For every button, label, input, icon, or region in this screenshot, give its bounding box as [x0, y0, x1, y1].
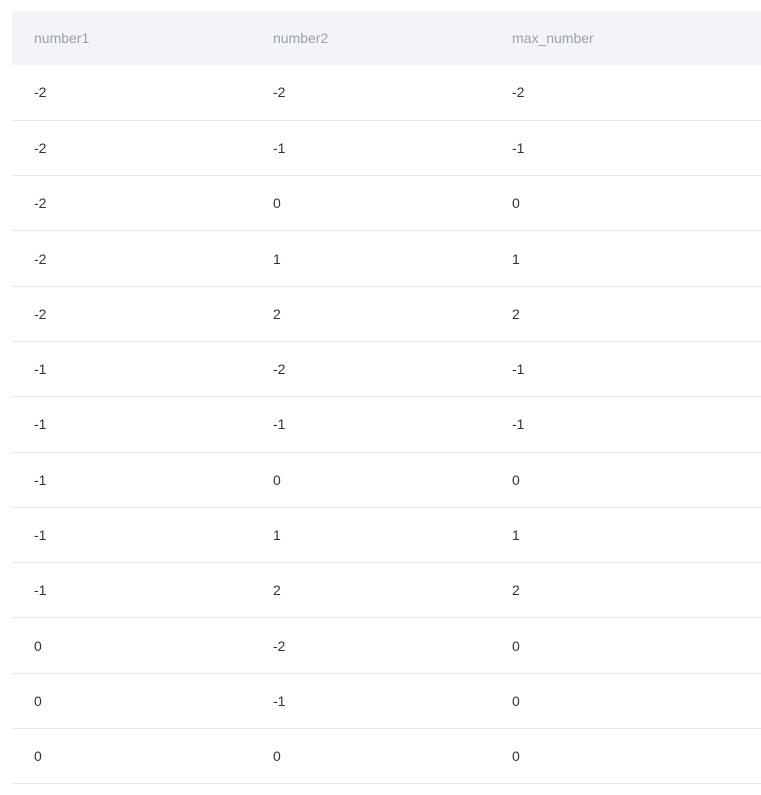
cell-number1: 0 — [34, 692, 42, 709]
cell-number1: -1 — [34, 416, 47, 433]
cell-number1: -2 — [34, 84, 47, 101]
cell-number2: 1 — [273, 250, 281, 267]
table-body: -2 -2 -2 -2 -1 -1 -2 0 0 -2 1 1 -2 2 2 -… — [12, 65, 761, 784]
cell-number2: -2 — [273, 84, 286, 101]
cell-number1: 0 — [34, 748, 42, 765]
table-row: -2 -2 -2 — [12, 65, 761, 121]
cell-max-number: -1 — [512, 361, 525, 378]
cell-number2: 0 — [273, 471, 281, 488]
cell-number2: 2 — [273, 582, 281, 599]
table-row: -1 -2 -1 — [12, 341, 761, 397]
table-row: -2 0 0 — [12, 176, 761, 231]
table-row: 0 -2 0 — [12, 618, 761, 674]
table-row: -1 2 2 — [12, 563, 761, 618]
cell-number2: 0 — [273, 748, 281, 765]
cell-max-number: 1 — [512, 527, 520, 544]
cell-number1: -1 — [34, 361, 47, 378]
cell-number1: -1 — [34, 582, 47, 599]
table-row: -1 1 1 — [12, 507, 761, 563]
cell-number1: -2 — [34, 195, 47, 212]
cell-max-number: -2 — [512, 84, 525, 101]
cell-max-number: 0 — [512, 748, 520, 765]
cell-number2: 2 — [273, 305, 281, 322]
cell-number2: -2 — [273, 361, 286, 378]
table-row: -2 2 2 — [12, 286, 761, 342]
cell-max-number: 0 — [512, 195, 520, 212]
column-header-number1[interactable]: number1 — [12, 11, 251, 65]
header-row: number1 number2 max_number — [12, 11, 761, 65]
cell-number2: -1 — [273, 416, 286, 433]
cell-number1: -1 — [34, 527, 47, 544]
cell-number1: -2 — [34, 139, 47, 156]
cell-max-number: 0 — [512, 637, 520, 654]
table-row: -2 -1 -1 — [12, 120, 761, 176]
table-row: -1 -1 -1 — [12, 397, 761, 453]
cell-number2: -1 — [273, 139, 286, 156]
cell-number1: -2 — [34, 305, 47, 322]
table-header: number1 number2 max_number — [12, 11, 761, 65]
cell-max-number: 2 — [512, 305, 520, 322]
table-row: -2 1 1 — [12, 231, 761, 287]
cell-max-number: 2 — [512, 582, 520, 599]
cell-number2: -2 — [273, 637, 286, 654]
cell-max-number: 0 — [512, 692, 520, 709]
cell-max-number: 1 — [512, 250, 520, 267]
cell-number2: -1 — [273, 692, 286, 709]
column-header-max-number[interactable]: max_number — [490, 11, 761, 65]
table-row: 0 -1 0 — [12, 673, 761, 729]
table-row: 0 0 0 — [12, 729, 761, 784]
cell-max-number: 0 — [512, 471, 520, 488]
table-row: -1 0 0 — [12, 452, 761, 508]
cell-number1: -1 — [34, 471, 47, 488]
cell-number2: 0 — [273, 195, 281, 212]
cell-max-number: -1 — [512, 139, 525, 156]
cell-number1: 0 — [34, 637, 42, 654]
cell-max-number: -1 — [512, 416, 525, 433]
column-header-number2[interactable]: number2 — [251, 11, 490, 65]
cell-number2: 1 — [273, 527, 281, 544]
cell-number1: -2 — [34, 250, 47, 267]
results-table: number1 number2 max_number -2 -2 -2 -2 -… — [12, 11, 761, 784]
results-table-container: number1 number2 max_number -2 -2 -2 -2 -… — [12, 11, 761, 784]
